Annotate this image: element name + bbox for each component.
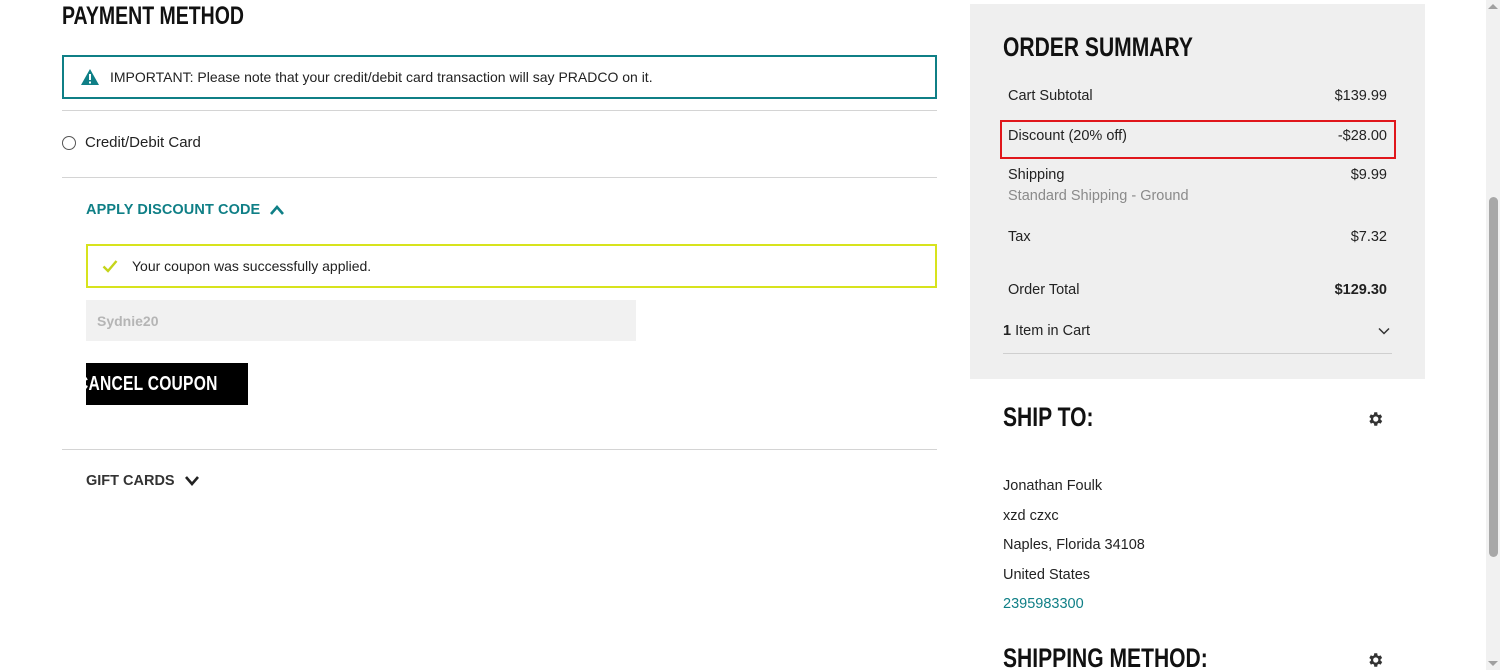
gift-cards-toggle[interactable]: GIFT CARDS [86,473,200,489]
discount-value: -$28.00 [1337,128,1387,144]
item-count: 1 [1003,323,1012,339]
ship-to-phone[interactable]: 2395983300 [1003,596,1084,612]
apply-discount-label: APPLY DISCOUNT CODE [86,202,261,218]
scrollbar-thumb[interactable] [1489,197,1498,557]
chevron-down-icon [184,476,199,486]
gift-cards-label: GIFT CARDS [86,473,175,489]
credit-card-radio[interactable] [62,135,76,150]
items-in-cart-toggle[interactable]: 1 Item in Cart [1003,323,1391,339]
order-total-row: Order Total $129.30 [1008,282,1387,298]
divider [62,110,937,111]
warning-icon [81,69,99,85]
cancel-coupon-button[interactable]: CANCEL COUPON [77,363,248,405]
shipping-value: $9.99 [1350,167,1387,183]
discount-label: Discount (20% off) [1008,128,1128,144]
gear-icon[interactable] [1366,651,1384,669]
chevron-down-icon [1378,327,1390,335]
ship-to-title: SHIP TO: [1003,402,1094,432]
scroll-down-arrow[interactable] [1488,661,1498,666]
tax-value: $7.32 [1350,229,1387,245]
order-total-label: Order Total [1008,282,1080,298]
important-notice: IMPORTANT: Please note that your credit/… [62,55,937,99]
shipping-label: Shipping [1008,167,1065,183]
tax-label: Tax [1008,229,1031,245]
payment-method-title: PAYMENT METHOD [62,2,245,30]
notice-text: IMPORTANT: Please note that your credit/… [110,69,653,85]
subtotal-label: Cart Subtotal [1008,88,1093,104]
credit-card-label: Credit/Debit Card [85,134,201,151]
subtotal-row: Cart Subtotal $139.99 [1008,88,1387,104]
order-summary-title: ORDER SUMMARY [1003,32,1193,62]
shipping-method-name: Standard Shipping - Ground [1008,188,1189,204]
ship-to-city: Naples, Florida 34108 [1003,537,1145,553]
scroll-up-arrow[interactable] [1488,4,1498,9]
order-summary-panel: ORDER SUMMARY Cart Subtotal $139.99 Disc… [970,4,1425,379]
ship-to-country: United States [1003,567,1091,583]
order-total-value: $129.30 [1334,282,1387,298]
ship-to-street: xzd czxc [1003,508,1059,524]
cancel-coupon-label: CANCEL COUPON [76,372,218,395]
coupon-code-input[interactable]: Sydnie20 [86,300,636,341]
item-count-label: Item in Cart [1015,323,1091,339]
credit-card-option[interactable]: Credit/Debit Card [62,134,201,151]
subtotal-value: $139.99 [1334,88,1387,104]
shipping-row: Shipping Standard Shipping - Ground $9.9… [1008,167,1387,204]
shipping-method-title: SHIPPING METHOD: [1003,643,1208,670]
coupon-success-message: Your coupon was successfully applied. [86,244,937,288]
ship-to-name: Jonathan Foulk [1003,478,1103,494]
discount-row: Discount (20% off) -$28.00 [1008,128,1387,144]
divider [62,177,937,178]
gear-icon[interactable] [1366,410,1384,428]
chevron-up-icon [270,205,285,215]
success-text: Your coupon was successfully applied. [132,258,372,274]
tax-row: Tax $7.32 [1008,229,1387,245]
divider [1003,353,1392,354]
apply-discount-toggle[interactable]: APPLY DISCOUNT CODE [86,202,285,218]
checkmark-icon [102,260,118,273]
divider [62,449,937,450]
